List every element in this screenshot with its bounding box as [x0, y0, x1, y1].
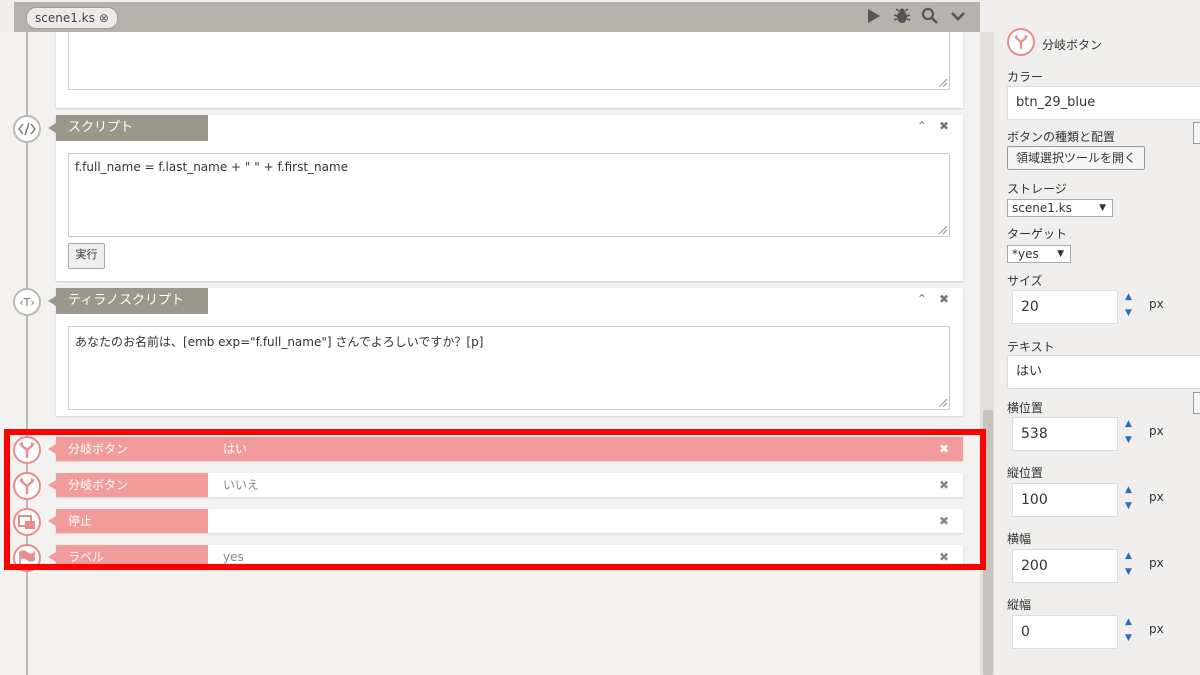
- play-icon[interactable]: [864, 6, 884, 26]
- file-tab-label: scene1.ks: [35, 11, 95, 25]
- decrement-icon[interactable]: ▼: [1125, 567, 1132, 577]
- color-label: カラー: [1007, 70, 1044, 84]
- editor-tabbar: scene1.ks ⊗: [14, 2, 980, 32]
- y-position-unit: px: [1149, 490, 1164, 504]
- chevron-down-icon[interactable]: [948, 6, 968, 26]
- label-row[interactable]: ラベル yes ✖: [48, 545, 963, 569]
- storage-select[interactable]: scene1.ks ▼: [1007, 199, 1113, 217]
- open-area-tool-button[interactable]: 領域選択ツールを開く: [1007, 146, 1146, 170]
- delete-icon[interactable]: ✖: [939, 545, 949, 569]
- row-title: 分岐ボタン: [48, 473, 208, 497]
- branch-button-icon: [13, 436, 41, 464]
- collapse-icon[interactable]: ⌃: [917, 292, 927, 306]
- storage-label: ストレージ: [1007, 182, 1067, 196]
- run-button[interactable]: 実行: [68, 243, 105, 269]
- size-input[interactable]: 20: [1012, 290, 1118, 324]
- script-block-title: スクリプト: [48, 115, 208, 141]
- panel-title: 分岐ボタン: [1042, 38, 1103, 52]
- x-position-stepper[interactable]: 538 ▲ ▼ px: [1007, 415, 1164, 455]
- script-code: f.full_name = f.last_name + " " + f.firs…: [75, 160, 349, 174]
- tyrano-script-icon: ‹T›: [13, 288, 41, 316]
- script-textarea[interactable]: f.full_name = f.last_name + " " + f.firs…: [68, 153, 950, 237]
- stop-icon: [13, 508, 41, 536]
- increment-icon[interactable]: ▲: [1125, 485, 1132, 495]
- delete-icon[interactable]: ✖: [939, 292, 949, 306]
- height-label: 縦幅: [1007, 598, 1032, 612]
- color-field[interactable]: btn_29_blue: [1007, 86, 1200, 120]
- previous-block: [56, 32, 963, 108]
- tyrano-textarea[interactable]: あなたのお名前は、[emb exp="f.full_name"] さんでよろしい…: [68, 326, 950, 410]
- stop-row[interactable]: 停止 ✖: [48, 509, 963, 533]
- size-stepper[interactable]: 20 ▲ ▼ px: [1007, 288, 1164, 328]
- tyrano-block-title: ティラノスクリプト: [48, 288, 208, 314]
- x-position-unit: px: [1149, 424, 1164, 438]
- row-value: はい: [223, 442, 248, 456]
- scrollbar-thumb[interactable]: [983, 410, 993, 675]
- target-select[interactable]: *yes ▼: [1007, 245, 1071, 263]
- x-position-label: 横位置: [1007, 401, 1044, 415]
- row-title: ラベル: [48, 545, 208, 569]
- target-value: *yes: [1012, 247, 1039, 261]
- width-stepper[interactable]: 200 ▲ ▼ px: [1007, 547, 1164, 587]
- branch-button-icon: [13, 472, 41, 500]
- flag-icon: [13, 544, 41, 572]
- increment-icon[interactable]: ▲: [1125, 419, 1132, 429]
- side-button[interactable]: [1193, 122, 1200, 144]
- decrement-icon[interactable]: ▼: [1125, 501, 1132, 511]
- width-input[interactable]: 200: [1012, 549, 1118, 583]
- increment-icon[interactable]: ▲: [1125, 617, 1132, 627]
- code-icon: [13, 115, 41, 143]
- branch-button-row-selected[interactable]: 分岐ボタン はい ✖: [48, 437, 963, 461]
- tyrano-code: あなたのお名前は、[emb exp="f.full_name"] さんでよろしい…: [75, 335, 484, 349]
- increment-icon[interactable]: ▲: [1125, 292, 1132, 302]
- close-tab-icon[interactable]: ⊗: [99, 8, 109, 28]
- decrement-icon[interactable]: ▼: [1125, 435, 1132, 445]
- delete-icon[interactable]: ✖: [939, 509, 949, 533]
- row-title: 分岐ボタン: [48, 437, 208, 461]
- side-button[interactable]: [1193, 392, 1200, 414]
- branch-button-icon: [1007, 28, 1035, 56]
- delete-icon[interactable]: ✖: [939, 437, 949, 461]
- height-unit: px: [1149, 622, 1164, 636]
- increment-icon[interactable]: ▲: [1125, 551, 1132, 561]
- y-position-stepper[interactable]: 100 ▲ ▼ px: [1007, 481, 1164, 521]
- row-title: 停止: [48, 509, 208, 533]
- script-block-header: スクリプト ⌃ ✖: [48, 115, 963, 141]
- file-tab[interactable]: scene1.ks ⊗: [26, 7, 118, 29]
- delete-icon[interactable]: ✖: [939, 119, 949, 133]
- previous-block-textarea[interactable]: [68, 32, 950, 90]
- script-block[interactable]: スクリプト ⌃ ✖ f.full_name = f.last_name + " …: [48, 115, 963, 281]
- decrement-icon[interactable]: ▼: [1125, 308, 1132, 318]
- size-unit: px: [1149, 297, 1164, 311]
- search-icon[interactable]: [920, 6, 940, 26]
- bug-icon[interactable]: [892, 6, 912, 26]
- button-kind-label: ボタンの種類と配置: [1007, 130, 1116, 144]
- height-input[interactable]: 0: [1012, 615, 1118, 649]
- y-position-input[interactable]: 100: [1012, 483, 1118, 517]
- properties-panel: 分岐ボタン カラー btn_29_blue ボタンの種類と配置 領域選択ツールを…: [1004, 24, 1200, 675]
- storage-value: scene1.ks: [1012, 201, 1072, 215]
- size-label: サイズ: [1007, 274, 1043, 288]
- toolbar: [864, 6, 968, 26]
- row-value: いいえ: [223, 478, 260, 492]
- target-label: ターゲット: [1007, 227, 1068, 241]
- width-unit: px: [1149, 556, 1164, 570]
- delete-icon[interactable]: ✖: [939, 473, 949, 497]
- collapse-icon[interactable]: ⌃: [917, 119, 927, 133]
- text-field[interactable]: はい: [1007, 355, 1200, 389]
- branch-button-row[interactable]: 分岐ボタン いいえ ✖: [48, 473, 963, 497]
- y-position-label: 縦位置: [1007, 466, 1044, 480]
- tyrano-script-block[interactable]: ティラノスクリプト ⌃ ✖ あなたのお名前は、[emb exp="f.full_…: [48, 288, 963, 416]
- width-label: 横幅: [1007, 532, 1032, 546]
- decrement-icon[interactable]: ▼: [1125, 633, 1132, 643]
- scenario-editor: スクリプト ⌃ ✖ f.full_name = f.last_name + " …: [0, 32, 980, 675]
- text-label: テキスト: [1007, 340, 1055, 354]
- x-position-input[interactable]: 538: [1012, 417, 1118, 451]
- row-value: yes: [223, 550, 244, 564]
- height-stepper[interactable]: 0 ▲ ▼ px: [1007, 613, 1164, 653]
- tyrano-block-header: ティラノスクリプト ⌃ ✖: [48, 288, 963, 314]
